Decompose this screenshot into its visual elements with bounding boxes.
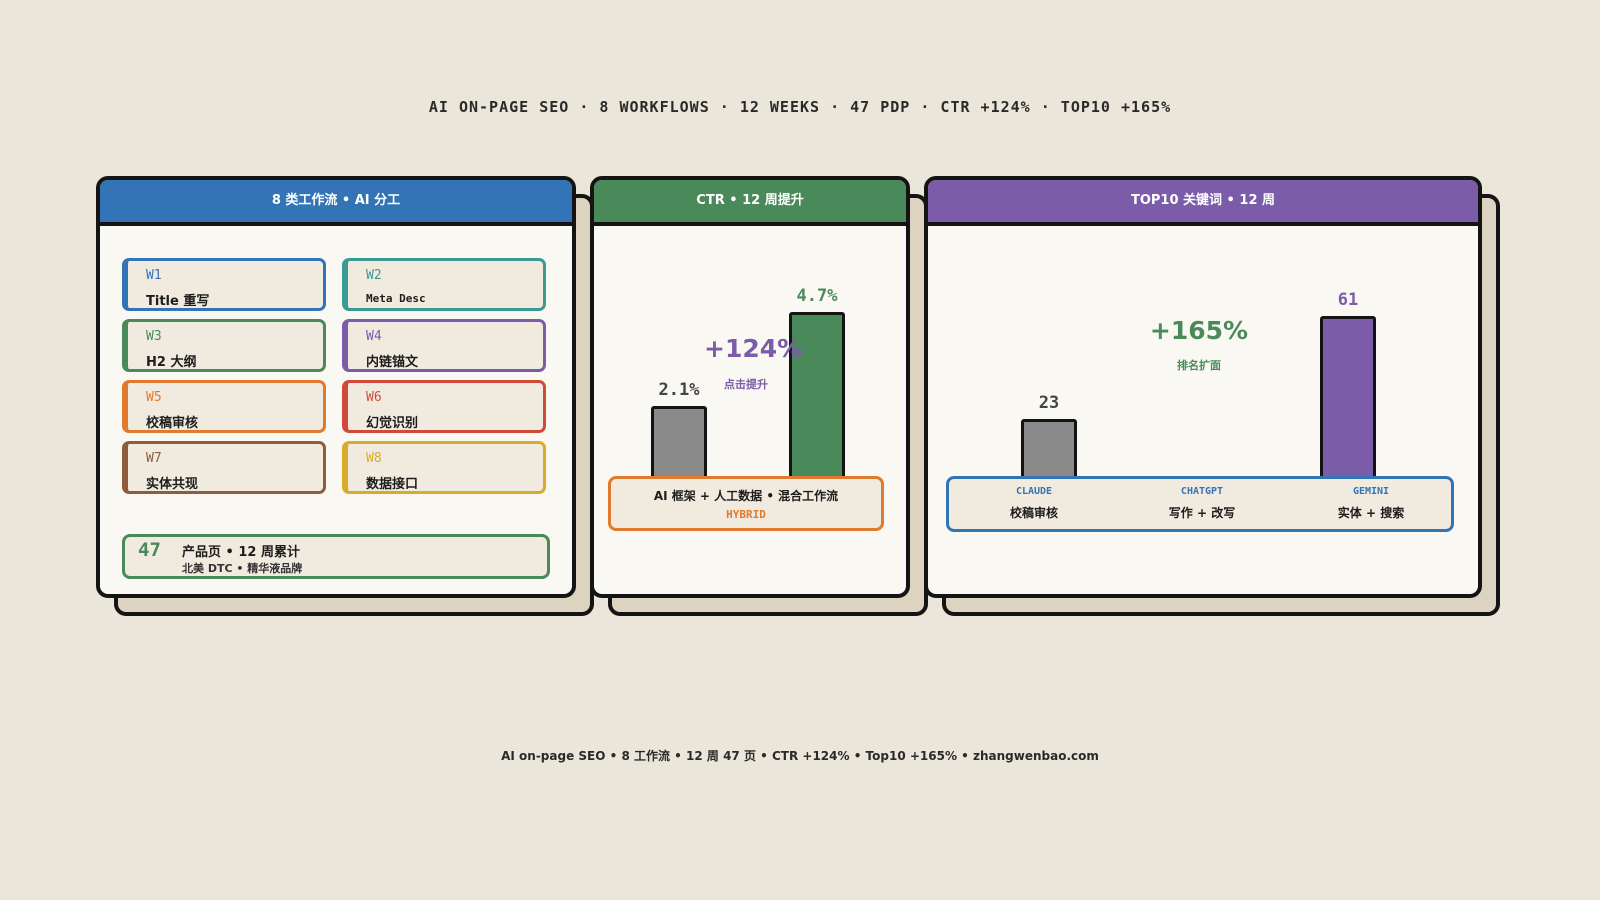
- panel-card: CTR • 12 周提升 2.1%W0基线4.7%W1212 周后 +124% …: [590, 176, 910, 598]
- bar-value-label: 23: [1038, 393, 1060, 413]
- tool-role: 实体 + 搜索: [1337, 506, 1405, 520]
- workflow-card-w3: W3 H2 大纲: [122, 319, 326, 372]
- workflow-card-w6: W6 幻觉识别: [342, 380, 546, 433]
- panel-card: 8 类工作流 • AI 分工 W1 Title 重写 W2 Meta Desc W3 H2…: [96, 176, 576, 598]
- tool-name: GEMINI: [1352, 486, 1390, 497]
- panel-header: 8 类工作流 • AI 分工: [100, 180, 572, 226]
- tool-name: CHATGPT: [1180, 486, 1224, 497]
- workflow-code: W8: [366, 451, 382, 466]
- top10-delta: +165%: [1149, 316, 1249, 345]
- tool-role: 写作 + 改写: [1168, 506, 1236, 520]
- tool-gemini: GEMINI 实体 + 搜索: [1296, 486, 1446, 521]
- workflow-name: 幻觉识别: [366, 416, 419, 431]
- workflow-name: Meta Desc: [366, 292, 426, 305]
- ctr-panel: CTR • 12 周提升 2.1%W0基线4.7%W1212 周后 +124% …: [590, 176, 928, 616]
- ctr-delta: +124%: [704, 334, 803, 363]
- summary-number: 47: [138, 539, 161, 561]
- workflow-code: W2: [366, 268, 382, 283]
- workflow-card-w5: W5 校稿审核: [122, 380, 326, 433]
- panel-card: TOP10 关键词 • 12 周 23W0基线 23 词61W1212 周 61…: [924, 176, 1482, 598]
- hybrid-line2: HYBRID: [726, 508, 766, 521]
- bar-value-label: 61: [1337, 290, 1359, 310]
- workflow-code: W7: [146, 451, 162, 466]
- tool-chatgpt: CHATGPT 写作 + 改写: [1127, 486, 1277, 521]
- workflow-card-w4: W4 内链锚文: [342, 319, 546, 372]
- workflow-card-w7: W7 实体共现: [122, 441, 326, 494]
- workflow-card-w8: W8 数据接口: [342, 441, 546, 494]
- summary-box: 47 产品页 • 12 周累计 北美 DTC • 精华液品牌: [122, 534, 550, 579]
- workflow-code: W5: [146, 390, 162, 405]
- workflow-name: Title 重写: [146, 294, 210, 309]
- workflow-name: 数据接口: [366, 477, 419, 492]
- bar-w0: [1021, 419, 1077, 482]
- ai-tools-box: CLAUDE 校稿审核 CHATGPT 写作 + 改写 GEMINI 实体 + …: [946, 476, 1454, 532]
- workflow-code: W3: [146, 329, 162, 344]
- page-title: AI ON-PAGE SEO · 8 WORKFLOWS · 12 WEEKS …: [428, 98, 1172, 116]
- ctr-delta-sub: 点击提升: [724, 378, 768, 391]
- workflow-name: 内链锚文: [366, 355, 419, 370]
- summary-sub: 北美 DTC • 精华液品牌: [182, 562, 303, 575]
- workflow-card-w1: W1 Title 重写: [122, 258, 326, 311]
- workflow-card-w2: W2 Meta Desc: [342, 258, 546, 311]
- tool-role: 校稿审核: [1009, 506, 1058, 520]
- workflow-code: W6: [366, 390, 382, 405]
- workflow-code: W4: [366, 329, 382, 344]
- bar-w12: [1320, 316, 1376, 482]
- bar-value-label: 4.7%: [796, 286, 838, 306]
- workflow-name: H2 大纲: [146, 355, 197, 370]
- panel-header: CTR • 12 周提升: [594, 180, 906, 226]
- workflow-name: 实体共现: [146, 477, 199, 492]
- bar-w0: [651, 406, 707, 482]
- tool-name: CLAUDE: [1015, 486, 1053, 497]
- footer-caption: AI on-page SEO • 8 工作流 • 12 周 47 页 • CTR…: [501, 749, 1099, 763]
- top10-delta-sub: 排名扩面: [1177, 359, 1221, 372]
- hybrid-line1: AI 框架 + 人工数据 • 混合工作流: [653, 489, 839, 503]
- tool-claude: CLAUDE 校稿审核: [959, 486, 1109, 521]
- workflow-code: W1: [146, 268, 162, 283]
- workflow-name: 校稿审核: [146, 416, 199, 431]
- top10-panel: TOP10 关键词 • 12 周 23W0基线 23 词61W1212 周 61…: [924, 176, 1500, 616]
- workflows-panel: 8 类工作流 • AI 分工 W1 Title 重写 W2 Meta Desc W3 H2…: [96, 176, 594, 616]
- hybrid-box: AI 框架 + 人工数据 • 混合工作流 HYBRID: [608, 476, 884, 531]
- panel-header: TOP10 关键词 • 12 周: [928, 180, 1478, 226]
- summary-label: 产品页 • 12 周累计: [182, 545, 300, 560]
